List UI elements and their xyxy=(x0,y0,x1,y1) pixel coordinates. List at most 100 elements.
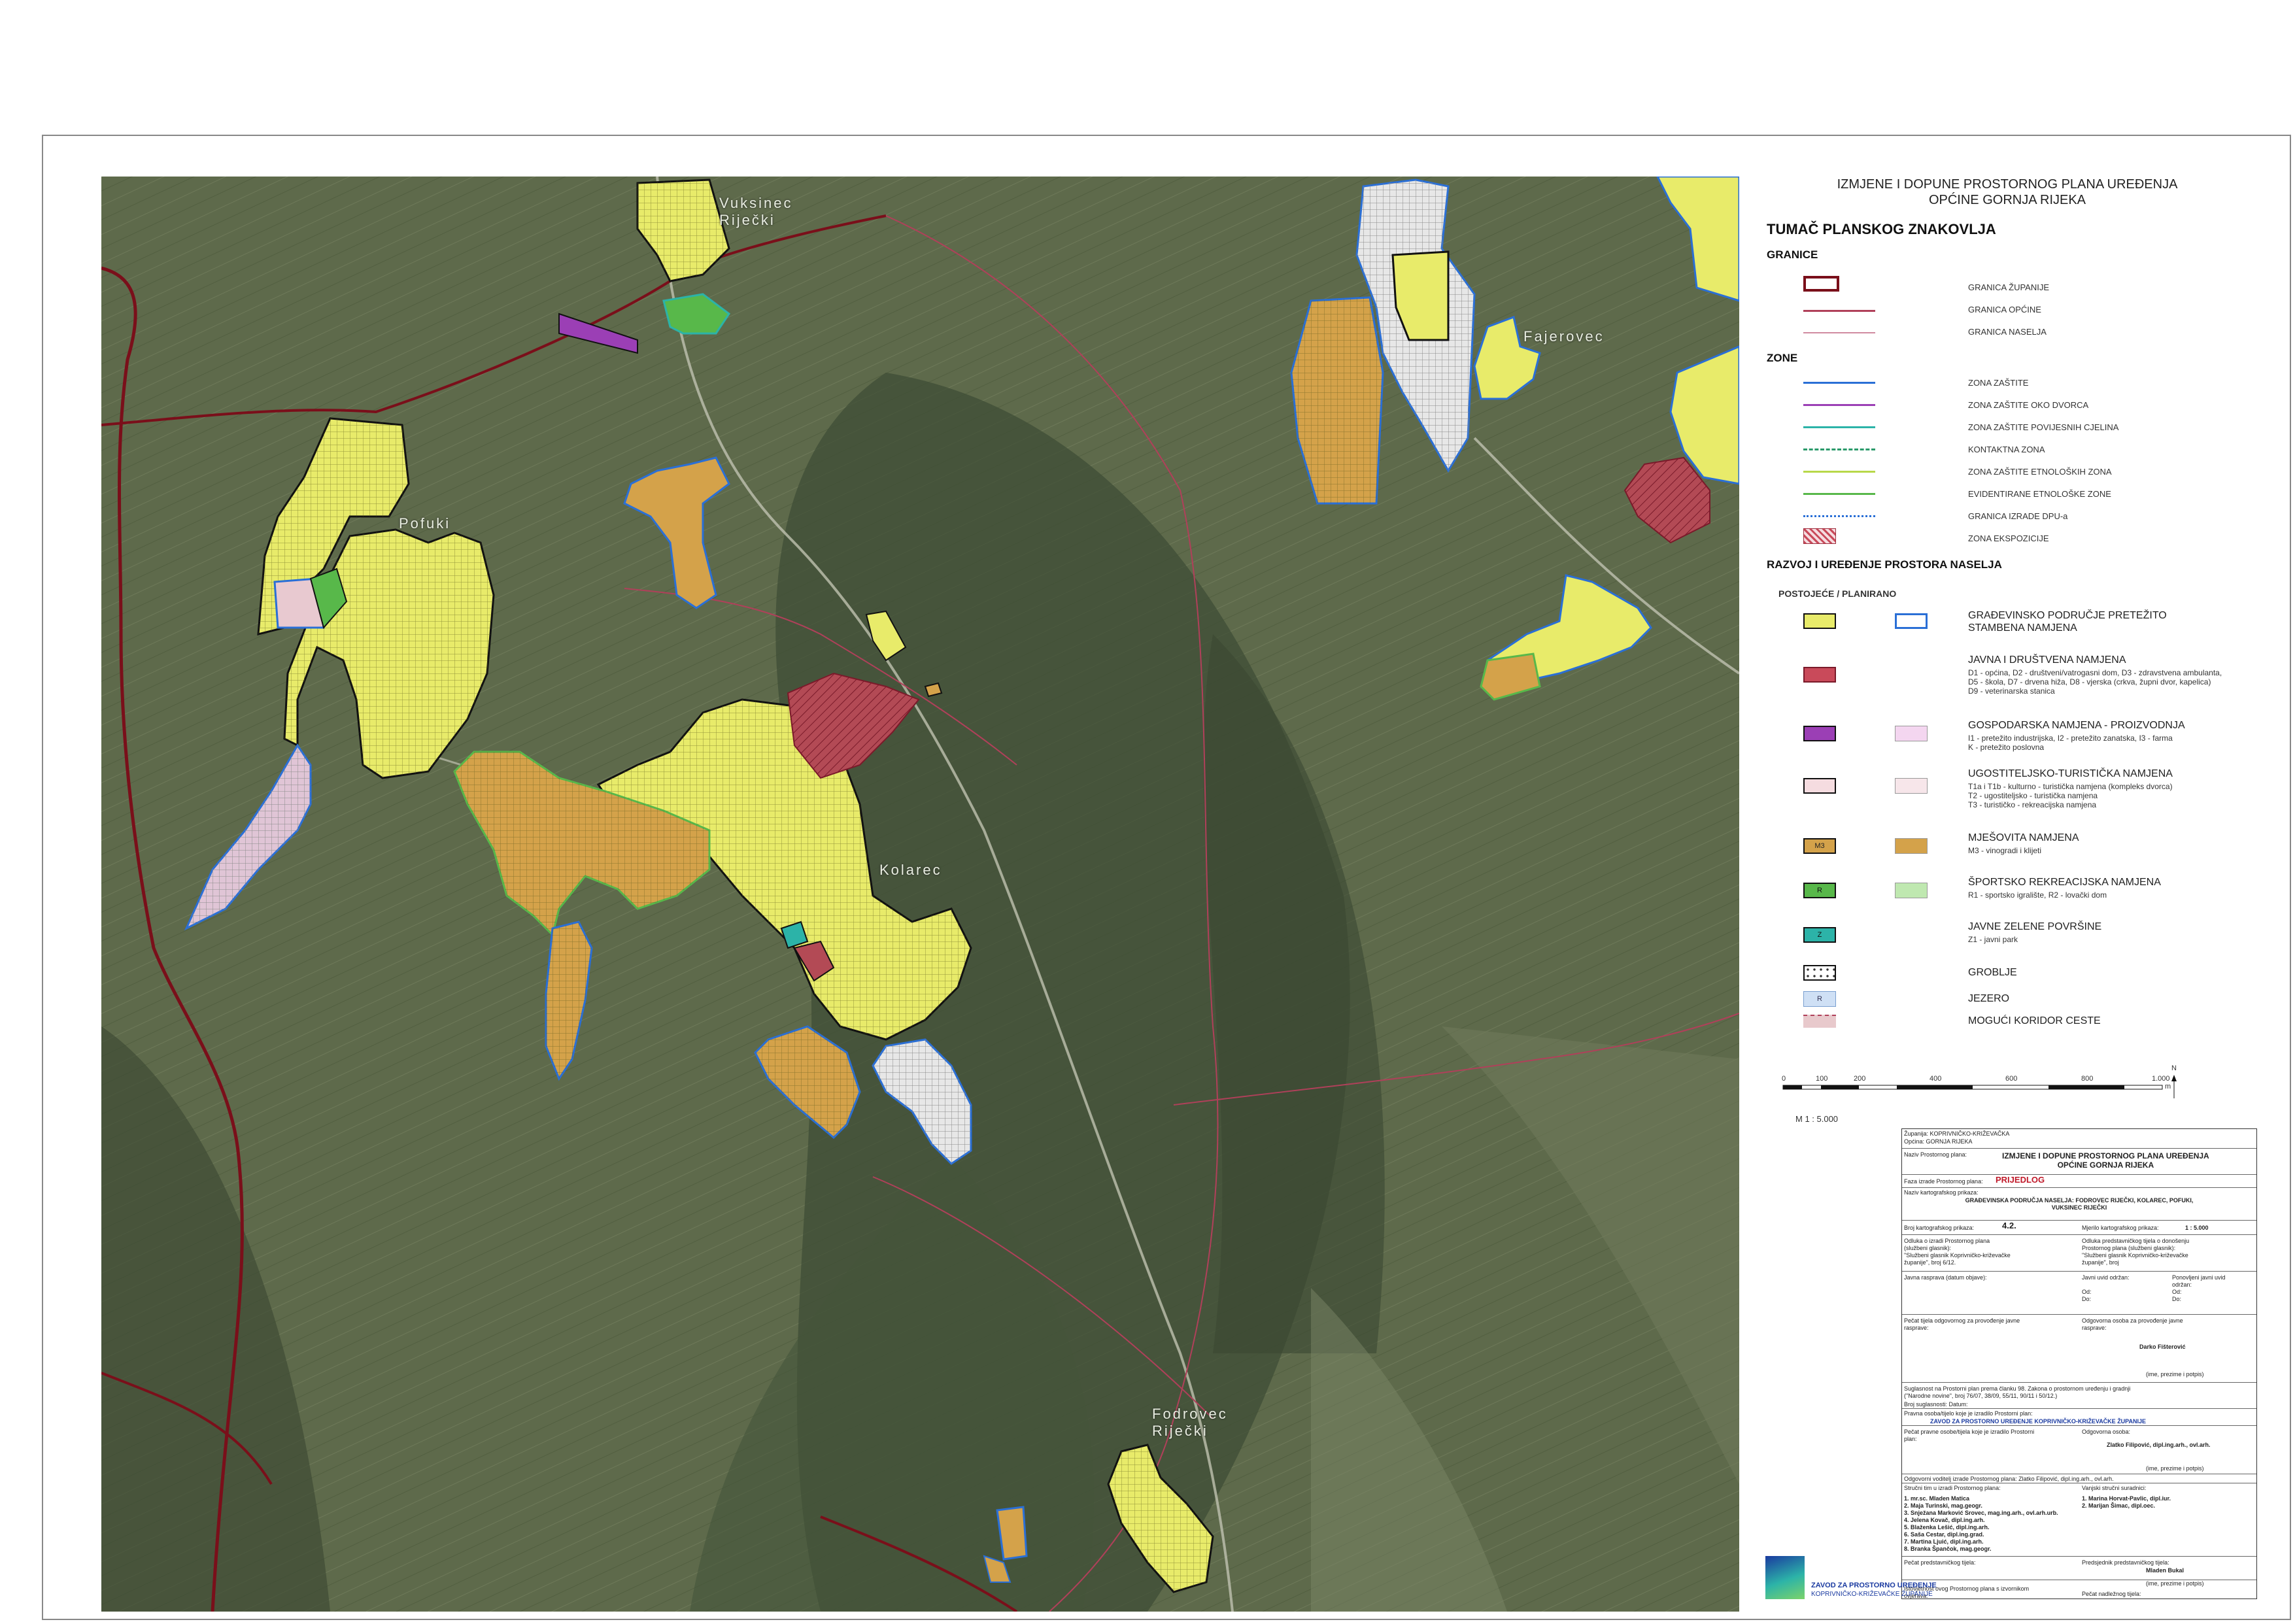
granica-opcine-symbol xyxy=(1803,310,1875,312)
tb-ponovljeni: Ponovljeni javni uvid održan: Od: Do: xyxy=(2172,1274,2226,1302)
place-label-fajerovec: Fajerovec xyxy=(1523,328,1605,345)
place-label-vuksinec: Vuksinec Riječki xyxy=(719,195,793,228)
z-badge-swatch: Z xyxy=(1803,927,1836,943)
tb-mjerilo: 1 : 5.000 xyxy=(2185,1225,2209,1231)
legend-panel: IZMJENE I DOPUNE PROSTORNOG PLANA UREĐEN… xyxy=(1752,170,2262,1118)
zona-zastite-symbol xyxy=(1803,382,1875,384)
evidentirane-zone-label: EVIDENTIRANE ETNOLOŠKE ZONE xyxy=(1968,489,2111,499)
scale-tick-0: 0 xyxy=(1782,1075,1786,1083)
tb-voditelj: Odgovorni voditelj izrade Prostornog pla… xyxy=(1904,1476,2114,1482)
scale-bar: 0 100 200 400 600 800 1.000 m N xyxy=(1782,1064,2187,1111)
gospodarska-sub: I1 - pretežito industrijska, I2 - pretež… xyxy=(1968,734,2173,752)
zona-ekspozicije-symbol xyxy=(1803,528,1836,544)
scale-tick-200: 200 xyxy=(1854,1075,1866,1083)
ugostiteljska-sub: T1a i T1b - kulturno - turistička namjen… xyxy=(1968,782,2173,809)
scale-tick-800: 800 xyxy=(2081,1075,2094,1083)
zona-dvorca-label: ZONA ZAŠTITE OKO DVORCA xyxy=(1968,400,2089,410)
logo-line1: ZAVOD ZA PROSTORNO UREĐENJE xyxy=(1811,1582,1937,1589)
granica-naselja-symbol xyxy=(1803,332,1875,333)
tb-naziv: IZMJENE I DOPUNE PROSTORNOG PLANA UREĐEN… xyxy=(2002,1151,2209,1170)
ugostiteljska-label: UGOSTITELJSKO-TURISTIČKA NAMJENA xyxy=(1968,768,2173,779)
scale-tick-400: 400 xyxy=(1930,1075,1942,1083)
javna-sub: D1 - općina, D2 - društveni/vatrogasni d… xyxy=(1968,668,2222,696)
tb-pecat2: Pečat pravne osobe/tijela koje je izradi… xyxy=(1904,1429,2035,1442)
tb-broj-suglasnosti: Broj suglasnosti: Datum: xyxy=(1904,1401,1968,1408)
map-view[interactable]: Vuksinec Riječki Fajerovec Pofuki Kolare… xyxy=(101,177,1739,1612)
zona-dvorca-symbol xyxy=(1803,404,1875,406)
javna-existing-swatch xyxy=(1803,667,1836,683)
groblje-label: GROBLJE xyxy=(1968,967,2017,978)
legend-heading: TUMAČ PLANSKOG ZNAKOVLJA xyxy=(1767,221,1996,237)
zona-etnoloskih-label: ZONA ZAŠTITE ETNOLOŠKIH ZONA xyxy=(1968,467,2112,477)
jezero-label: JEZERO xyxy=(1968,993,2010,1004)
tb-odgovorna: Odgovorna osoba za provođenje javne rasp… xyxy=(2082,1317,2183,1331)
zona-povijesnih-symbol xyxy=(1803,426,1875,428)
tb-tim: 1. mr.sc. Mladen Matica 2. Maja Turinski… xyxy=(1904,1495,2058,1552)
tb-ime3: (ime, prezime i potpis) xyxy=(2146,1580,2204,1587)
granice-heading: GRANICE xyxy=(1767,248,1818,261)
tb-vanjski: Vanjski stručni suradnici: xyxy=(2082,1485,2147,1491)
place-label-pofuki: Pofuki xyxy=(399,515,451,532)
map-canvas xyxy=(101,177,1739,1612)
sport-sub: R1 - sportsko igralište, R2 - lovački do… xyxy=(1968,890,2107,900)
ugostiteljska-planned-swatch xyxy=(1895,778,1928,794)
granica-zupanije-symbol xyxy=(1803,276,1839,292)
institute-logo-mark xyxy=(1765,1556,1805,1599)
tb-naziv-label: Naziv Prostornog plana: xyxy=(1904,1151,1967,1158)
mjesovita-sub: M3 - vinogradi i klijeti xyxy=(1968,846,2042,855)
tb-pecat1: Pečat tijela odgovornog za provođenje ja… xyxy=(1904,1317,2020,1331)
tb-mjerilo-label: Mjerilo kartografskog prikaza: xyxy=(2082,1225,2159,1231)
scale-unit: m xyxy=(2165,1083,2171,1091)
tb-odluka-right: Odluka predstavničkog tijela o donošenju… xyxy=(2082,1238,2190,1266)
title-block: Županija: KOPRIVNIČKO-KRIŽEVAČKA Općina:… xyxy=(1901,1128,2257,1599)
tb-opcina: Općina: GORNJA RIJEKA xyxy=(1904,1138,1973,1145)
scale-bar-graphic xyxy=(1782,1075,2177,1098)
tb-faza-label: Faza izrade Prostornog plana: xyxy=(1904,1178,1983,1185)
tb-predsjednik-ime: Mladen Bukal xyxy=(2146,1567,2184,1574)
tb-broj: 4.2. xyxy=(2002,1221,2016,1230)
kontaktna-zona-label: KONTAKTNA ZONA xyxy=(1968,445,2045,454)
tb-broj-label: Broj kartografskog prikaza: xyxy=(1904,1225,1975,1231)
scale-ratio: M 1 : 5.000 xyxy=(1795,1114,1839,1124)
zone-heading: ZONE xyxy=(1767,352,1798,364)
zelene-label: JAVNE ZELENE POVRŠINE xyxy=(1968,921,2102,932)
plan-title-line2: OPĆINE GORNJA RIJEKA xyxy=(1928,193,2086,207)
javna-label: JAVNA I DRUŠTVENA NAMJENA xyxy=(1968,654,2126,666)
stambena-label: GRAĐEVINSKO PODRUČJE PRETEŽITO STAMBENA … xyxy=(1968,610,2167,634)
plan-title-line1: IZMJENE I DOPUNE PROSTORNOG PLANA UREĐEN… xyxy=(1837,177,2178,192)
tb-uvid: Javni uvid održan: Od: Do: xyxy=(2082,1274,2130,1302)
tb-odgovorna2: Odgovorna osoba: xyxy=(2082,1429,2131,1435)
zona-ekspozicije-label: ZONA EKSPOZICIJE xyxy=(1968,533,2049,543)
tb-rasprava: Javna rasprava (datum objave): xyxy=(1904,1274,1987,1281)
north-arrow-label: N xyxy=(2171,1064,2177,1072)
sport-planned-swatch xyxy=(1895,883,1928,898)
gospodarska-label: GOSPODARSKA NAMJENA - PROIZVODNJA xyxy=(1968,720,2185,731)
tb-odgovorna-ime: Darko Fišterović xyxy=(2139,1344,2186,1350)
stambena-planned-swatch xyxy=(1895,613,1928,629)
mjesovita-label: MJEŠOVITA NAMJENA xyxy=(1968,832,2079,843)
gospodarska-planned-swatch xyxy=(1895,726,1928,741)
granica-opcine-label: GRANICA OPĆINE xyxy=(1968,305,2041,314)
evidentirane-zone-symbol xyxy=(1803,493,1875,495)
zona-zastite-label: ZONA ZAŠTITE xyxy=(1968,378,2029,388)
place-label-kolarec: Kolarec xyxy=(879,862,942,878)
stambena-existing-swatch xyxy=(1803,613,1836,629)
tb-naziv-prikaza: GRAĐEVINSKA PODRUČJA NASELJA: FODROVEC R… xyxy=(1965,1197,2194,1211)
institute-logo: ZAVOD ZA PROSTORNO UREĐENJE KOPRIVNIČKO-… xyxy=(1765,1556,1962,1602)
postojece-planirano-label: POSTOJEĆE / PLANIRANO xyxy=(1778,588,1897,599)
koridor-symbol xyxy=(1803,1015,1836,1028)
zelene-sub: Z1 - javni park xyxy=(1968,935,2018,944)
tb-faza: PRIJEDLOG xyxy=(1996,1175,2045,1185)
koridor-label: MOGUĆI KORIDOR CESTE xyxy=(1968,1015,2101,1026)
groblje-symbol xyxy=(1803,965,1836,981)
zona-etnoloskih-symbol xyxy=(1803,471,1875,473)
granica-dpu-label: GRANICA IZRADE DPU-a xyxy=(1968,511,2068,521)
tb-vanjski-tim: 1. Marina Horvat-Pavlic, dipl.iur. 2. Ma… xyxy=(2082,1495,2171,1509)
scale-tick-100: 100 xyxy=(1816,1075,1828,1083)
granica-zupanije-label: GRANICA ŽUPANIJE xyxy=(1968,282,2050,292)
jezero-symbol: R xyxy=(1803,991,1836,1007)
zona-povijesnih-label: ZONA ZAŠTITE POVIJESNIH CJELINA xyxy=(1968,422,2119,432)
tb-ime1: (ime, prezime i potpis) xyxy=(2146,1371,2204,1378)
mjesovita-planned-swatch xyxy=(1895,838,1928,854)
ugostiteljska-existing-swatch xyxy=(1803,778,1836,794)
